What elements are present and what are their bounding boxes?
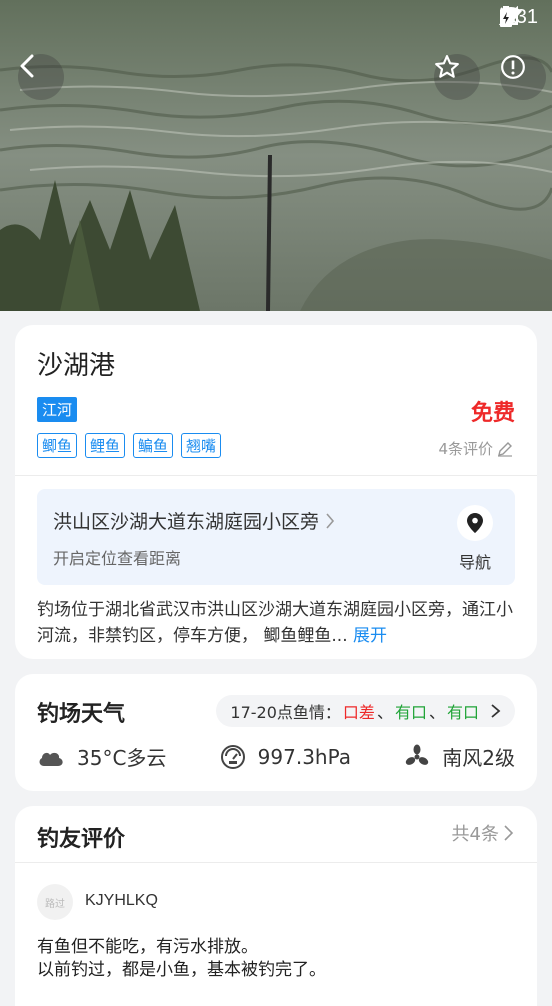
- edit-pencil-icon: [498, 441, 512, 457]
- pressure-item: 997.3hPa: [220, 744, 351, 770]
- fish-status-good: 有口: [394, 703, 427, 722]
- back-arrow-icon: [20, 54, 34, 78]
- all-reviews-link[interactable]: 共4条: [452, 820, 515, 846]
- cloudy-icon: [39, 752, 63, 766]
- divider: [15, 475, 537, 476]
- distance-hint[interactable]: 开启定位查看距离: [53, 545, 181, 569]
- wind-fan-icon: [406, 744, 429, 765]
- review-line: 有鱼但不能吃，有污水排放。: [37, 937, 258, 957]
- fish-status-prefix: 17-20点鱼情：: [230, 703, 341, 722]
- chevron-right-icon: [326, 512, 335, 529]
- address-text: 洪山区沙湖大道东湖庭园小区旁: [53, 511, 320, 533]
- fish-tag: 翘嘴: [181, 433, 222, 458]
- battery-charging-icon: [500, 6, 513, 27]
- fish-tag-list: 鲫鱼 鲤鱼 鳊鱼 翘嘴: [37, 433, 222, 458]
- spot-photo[interactable]: 5:31: [0, 0, 552, 311]
- expand-link[interactable]: 展开: [353, 626, 387, 646]
- reviews-title: 钓友评价: [37, 827, 126, 852]
- temperature-text: 35°C多云: [77, 746, 167, 770]
- reviews-card: 钓友评价 共4条 路过 KJYHLKQ 有鱼但不能吃，有污水排放。 以前钓过，都…: [15, 806, 537, 1006]
- spot-info-card: 沙湖港 江河 免费 鲫鱼 鲤鱼 鳊鱼 翘嘴 4条评价 洪山区沙湖大道东湖庭园小区…: [15, 325, 537, 659]
- favorite-button[interactable]: [434, 54, 480, 100]
- fish-status-good: 有口: [446, 703, 479, 722]
- fish-status-bad: 口差: [342, 703, 375, 722]
- description-text: 钓场位于湖北省武汉市洪山区沙湖大道东湖庭园小区旁，通江小河流，非禁钓区，停车方便…: [37, 600, 513, 646]
- weather-card: 钓场天气 17-20点鱼情： 口差 、 有口 、 有口 35°C多云 997.3…: [15, 674, 537, 791]
- fish-tag: 鳊鱼: [133, 433, 174, 458]
- avatar[interactable]: 路过: [37, 884, 73, 920]
- navigate-button[interactable]: 导航: [457, 505, 493, 573]
- fish-tag: 鲫鱼: [37, 433, 78, 458]
- info-alert-icon: [501, 55, 525, 79]
- chevron-right-icon: [491, 704, 501, 718]
- fish-tag: 鲤鱼: [85, 433, 126, 458]
- chevron-right-icon: [504, 825, 514, 841]
- status-bar: 5:31: [499, 6, 538, 29]
- address-box[interactable]: 洪山区沙湖大道东湖庭园小区旁 开启定位查看距离 导航: [37, 489, 515, 585]
- review-comment: 有鱼但不能吃，有污水排放。 以前钓过，都是小鱼，基本被钓完了。: [37, 936, 326, 982]
- wind-item: 南风2级: [404, 742, 515, 771]
- weather-title: 钓场天气: [37, 702, 126, 727]
- back-button[interactable]: [18, 54, 64, 100]
- total-reviews-label: 共4条: [451, 824, 499, 845]
- separator: 、: [428, 703, 445, 722]
- spot-description: 钓场位于湖北省武汉市洪山区沙湖大道东湖庭园小区旁，通江小河流，非禁钓区，停车方便…: [37, 597, 519, 649]
- review-line: 以前钓过，都是小鱼，基本被钓完了。: [37, 960, 326, 980]
- navigate-label: 导航: [458, 553, 491, 572]
- address-link[interactable]: 洪山区沙湖大道东湖庭园小区旁: [53, 507, 335, 534]
- price-label: 免费: [470, 401, 515, 426]
- review-count-label: 4条评价: [438, 440, 493, 458]
- pressure-text: 997.3hPa: [257, 744, 352, 769]
- review-username[interactable]: KJYHLKQ: [85, 892, 158, 910]
- location-pin-icon: [467, 513, 483, 533]
- pressure-gauge-icon: [220, 744, 245, 769]
- write-review-link[interactable]: 4条评价: [438, 438, 513, 459]
- star-icon: [435, 55, 459, 78]
- separator: 、: [376, 703, 393, 722]
- weather-row: 35°C多云 997.3hPa 南风2级: [37, 742, 515, 771]
- temperature-item: 35°C多云: [37, 742, 166, 771]
- report-button[interactable]: [500, 54, 546, 100]
- nav-pin-wrap: [457, 505, 493, 541]
- fish-activity-button[interactable]: 17-20点鱼情： 口差 、 有口 、 有口: [216, 695, 515, 727]
- spot-name: 沙湖港: [37, 351, 116, 381]
- water-scene: [0, 0, 552, 311]
- water-type-badge: 江河: [37, 397, 78, 422]
- wind-text: 南风2级: [442, 746, 515, 770]
- divider: [15, 862, 537, 863]
